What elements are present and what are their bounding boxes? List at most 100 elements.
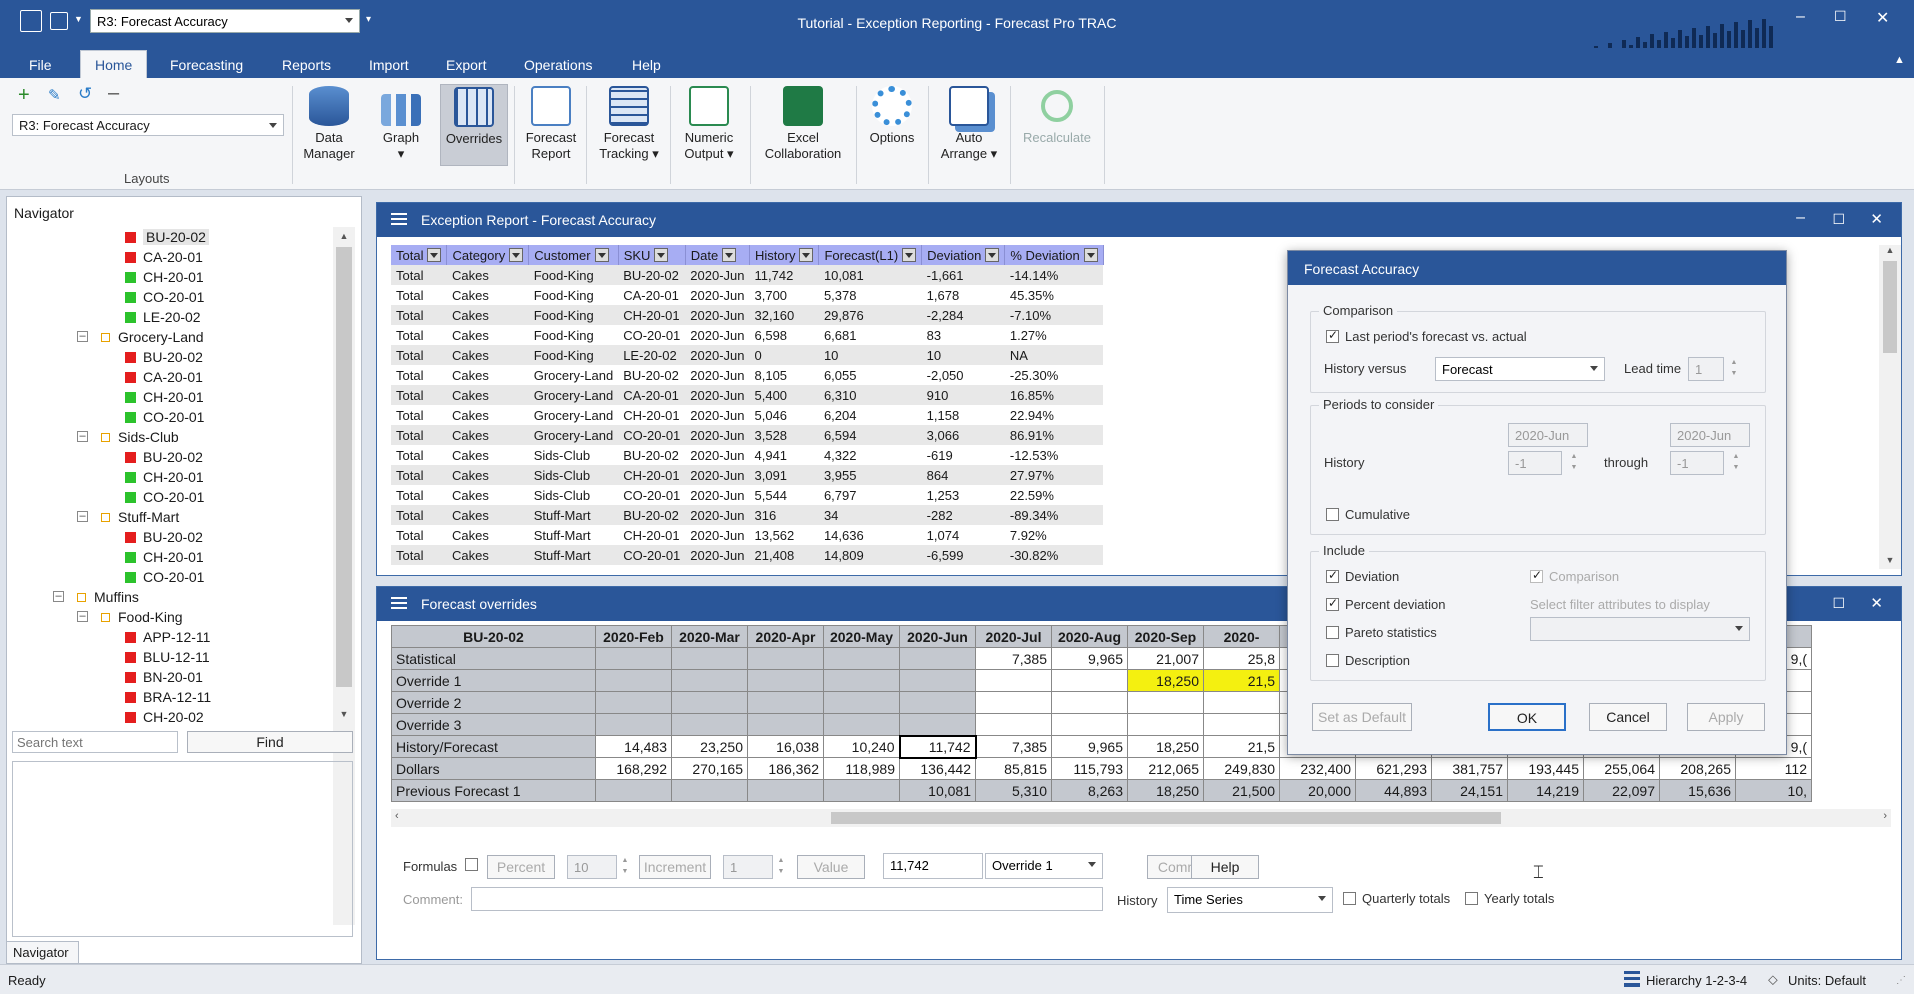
menu-icon[interactable] [391, 213, 407, 215]
tree-item[interactable]: Stuff-Mart [101, 507, 179, 527]
tree-item[interactable]: CH-20-01 [125, 467, 204, 487]
graph-button[interactable]: Graph ▾ [374, 86, 428, 162]
column-header[interactable]: Customer [528, 245, 619, 265]
column-header[interactable]: % Deviation [1004, 245, 1104, 265]
maximize-icon[interactable]: ☐ [1832, 595, 1845, 612]
tree-item[interactable]: BU-20-02 [125, 527, 203, 547]
tree-item[interactable]: CO-20-01 [125, 407, 204, 427]
collapse-icon[interactable]: – [53, 591, 64, 602]
value-input[interactable]: 11,742 [883, 853, 983, 879]
tree-item[interactable]: CO-20-01 [125, 487, 204, 507]
cancel-button[interactable]: Cancel [1589, 703, 1667, 731]
overrides-cell[interactable] [1127, 691, 1204, 714]
auto-arrange-button[interactable]: Auto Arrange ▾ [934, 86, 1004, 162]
table-row[interactable]: Total Cakes Sids-Club CH-20-01 2020-Jun 3,091… [391, 465, 1104, 485]
filter-dropdown-icon[interactable] [1083, 247, 1098, 262]
filter-dropdown-icon[interactable] [902, 247, 917, 262]
find-button[interactable]: Find [187, 731, 353, 753]
scroll-down-icon[interactable]: ▼ [333, 705, 355, 723]
overrides-cell[interactable] [1203, 691, 1280, 714]
history-versus-select[interactable]: Forecast [1435, 357, 1605, 381]
overrides-cell[interactable] [975, 691, 1052, 714]
tab-reports[interactable]: Reports [282, 54, 331, 78]
filter-dropdown-icon[interactable] [427, 247, 442, 262]
table-row[interactable]: Total Cakes Food-King BU-20-02 2020-Jun 11,74… [391, 265, 1104, 285]
column-header[interactable]: Deviation [921, 245, 1006, 265]
formulas-checkbox[interactable] [465, 857, 484, 872]
excel-collaboration-button[interactable]: Excel Collaboration [756, 86, 850, 162]
column-header[interactable]: History [749, 245, 820, 265]
overrides-cell[interactable] [975, 713, 1052, 736]
tree-item[interactable]: CH-20-01 [125, 387, 204, 407]
table-row[interactable]: Total Cakes Food-King CH-20-01 2020-Jun 32,16… [391, 305, 1104, 325]
minimize-icon[interactable]: – [1796, 8, 1805, 26]
filter-dropdown-icon[interactable] [985, 247, 1000, 262]
undo-icon[interactable]: ↺ [78, 84, 92, 104]
overrides-cell[interactable] [1051, 669, 1128, 692]
deviation-checkbox[interactable]: Deviation [1326, 568, 1399, 584]
tree-item[interactable]: CH-20-01 [125, 267, 204, 287]
increment-button[interactable]: Increment [639, 855, 711, 879]
remove-layout-icon[interactable]: – [108, 82, 119, 105]
ok-button[interactable]: OK [1488, 703, 1566, 731]
tree-item[interactable]: BLU-12-11 [125, 647, 210, 667]
to-date-input[interactable]: 2020-Jun [1670, 423, 1750, 447]
close-icon[interactable]: ✕ [1870, 210, 1883, 228]
filter-dropdown-icon[interactable] [799, 247, 814, 262]
edit-layout-icon[interactable]: ✎ [48, 86, 61, 104]
overrides-cell[interactable]: 18,250 [1127, 669, 1204, 692]
menu-icon[interactable] [391, 597, 407, 599]
tree-item[interactable]: Grocery-Land [101, 327, 204, 347]
table-row[interactable]: Total Cakes Grocery-Land BU-20-02 2020-Jun 8,… [391, 365, 1103, 385]
table-row[interactable]: Total Cakes Grocery-Land CH-20-01 2020-Jun 5,… [391, 405, 1103, 425]
tree-item[interactable]: BU-20-02 [125, 447, 203, 467]
last-period-checkbox[interactable]: Last period's forecast vs. actual [1326, 328, 1527, 344]
numeric-output-button[interactable]: Numeric Output ▾ [676, 86, 742, 162]
scroll-right-icon[interactable]: › [1883, 810, 1887, 822]
filter-dropdown-icon[interactable] [722, 247, 737, 262]
overrides-cell[interactable] [1127, 713, 1204, 736]
scroll-down-icon[interactable]: ▼ [1879, 555, 1901, 565]
collapse-icon[interactable]: – [77, 611, 88, 622]
override-select[interactable]: Override 1 [985, 853, 1103, 879]
layouts-combo[interactable]: R3: Forecast Accuracy [12, 114, 284, 136]
table-row[interactable]: Total Cakes Grocery-Land CO-20-01 2020-Jun 3,… [391, 425, 1104, 445]
tab-operations[interactable]: Operations [524, 54, 592, 78]
tree-item[interactable]: APP-12-11 [125, 627, 210, 647]
overrides-cell[interactable]: 21,5 [1203, 669, 1280, 692]
tree-item[interactable]: CH-20-01 [125, 547, 204, 567]
minimize-icon[interactable]: – [1796, 209, 1805, 227]
filter-attributes-select[interactable] [1530, 617, 1750, 641]
overrides-cell[interactable] [1051, 713, 1128, 736]
forecast-report-button[interactable]: Forecast Report [520, 86, 582, 162]
tree-item[interactable]: Sids-Club [101, 427, 179, 447]
forecast-tracking-button[interactable]: Forecast Tracking ▾ [592, 86, 666, 162]
tree-item[interactable]: LE-20-02 [125, 307, 201, 327]
percent-button[interactable]: Percent [487, 855, 555, 879]
tree-item[interactable]: BU-20-02 [125, 347, 203, 367]
tree-item[interactable]: CA-20-01 [125, 367, 203, 387]
tree-item[interactable]: CA-20-01 [125, 247, 203, 267]
history-select[interactable]: Time Series [1167, 887, 1333, 913]
data-manager-button[interactable]: Data Manager [298, 86, 360, 162]
table-row[interactable]: Total Cakes Stuff-Mart CO-20-01 2020-Jun 21,4… [391, 545, 1104, 565]
table-row[interactable]: Total Cakes Sids-Club BU-20-02 2020-Jun 4,941… [391, 445, 1103, 465]
tree-item[interactable]: BU-20-02 [125, 227, 209, 247]
set-as-default-button[interactable]: Set as Default [1312, 703, 1412, 731]
table-row[interactable]: Total Cakes Stuff-Mart BU-20-02 2020-Jun 316 3… [391, 505, 1104, 525]
tree-item[interactable]: CH-20-02 [125, 707, 204, 727]
table-row[interactable]: Total Cakes Food-King CA-20-01 2020-Jun 3,700… [391, 285, 1103, 305]
from-offset-input[interactable]: -1 [1508, 451, 1562, 475]
tree-item[interactable]: BRA-12-11 [125, 687, 211, 707]
cumulative-checkbox[interactable]: Cumulative [1326, 507, 1410, 522]
collapse-icon[interactable]: – [77, 431, 88, 442]
value-button[interactable]: Value [797, 855, 865, 879]
overrides-cell[interactable] [975, 669, 1052, 692]
navigator-bottom-tab[interactable]: Navigator [7, 941, 79, 963]
percent-spinner[interactable]: ▲ ▼ [619, 855, 631, 879]
overrides-hscrollbar[interactable]: ‹ › [391, 809, 1891, 827]
tab-home[interactable]: Home [80, 50, 148, 78]
percent-input[interactable]: 10 [567, 855, 617, 879]
tab-export[interactable]: Export [446, 54, 486, 78]
overrides-button[interactable]: Overrides [440, 84, 508, 166]
